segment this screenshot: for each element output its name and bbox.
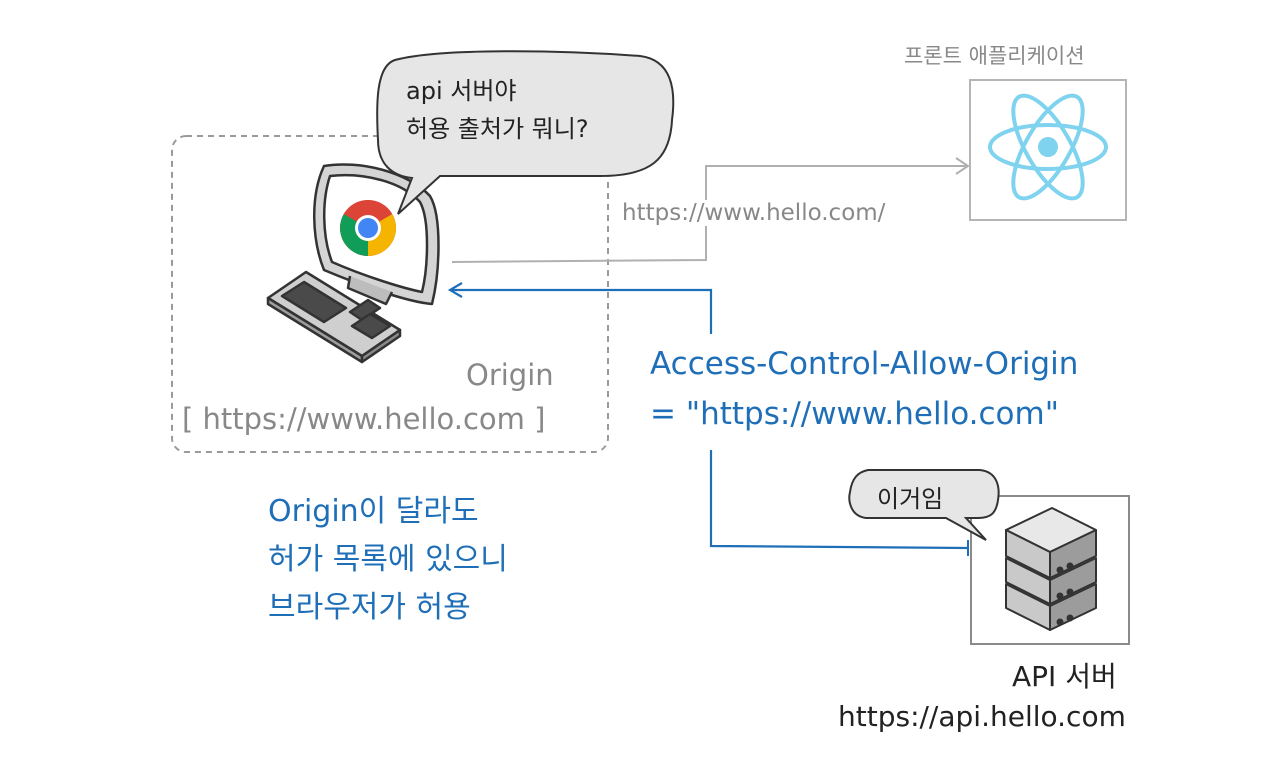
frontend-title: 프론트 애플리케이션 <box>904 44 1085 68</box>
acao-header-name: Access-Control-Allow-Origin <box>650 346 1079 382</box>
explanation-line3: 브라우저가 허용 <box>268 590 471 625</box>
explanation-line2: 허가 목록에 있으니 <box>268 542 508 577</box>
explanation-line1: Origin이 달라도 <box>268 494 479 529</box>
origin-value: [ https://www.hello.com ] <box>182 402 546 436</box>
frontend-url: https://www.hello.com/ <box>622 200 888 226</box>
browser-question-line1: api 서버야 <box>406 77 517 105</box>
react-icon <box>988 93 1108 201</box>
origin-label: Origin <box>466 358 554 392</box>
api-server-title: API 서버 <box>1012 660 1117 693</box>
api-answer: 이거임 <box>877 485 944 513</box>
acao-header-value: = "https://www.hello.com" <box>650 396 1059 432</box>
browser-question-line2: 허용 출처가 뭐니? <box>406 115 589 143</box>
api-server-url: https://api.hello.com <box>838 700 1126 733</box>
server-icon <box>1005 507 1097 631</box>
response-arrow-upper <box>452 288 713 334</box>
chrome-icon <box>340 200 396 256</box>
